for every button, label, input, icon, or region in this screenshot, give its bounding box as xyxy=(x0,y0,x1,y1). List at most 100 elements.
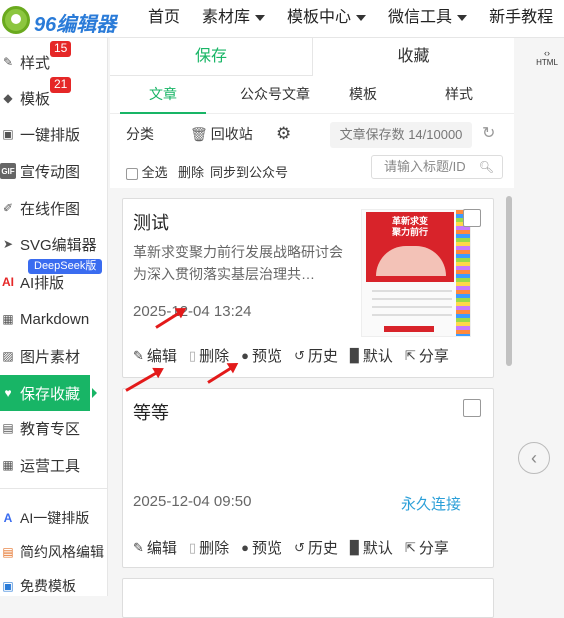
preview-button[interactable]: ● 预览 xyxy=(241,537,282,558)
subtab-articles[interactable]: 文章 xyxy=(120,78,206,114)
nav-materials[interactable]: 素材库 xyxy=(202,0,266,38)
article-card[interactable]: 等等 2025-12-04 09:50 永久连接 ✎ 编辑 ▯ 删除 ● 预览 ↺ 历史… xyxy=(122,388,494,568)
site-logo[interactable]: 96编辑器 xyxy=(0,4,120,36)
article-card[interactable] xyxy=(122,578,494,618)
default-button[interactable]: ▉ 默认 xyxy=(350,345,393,366)
sync-to-official-button[interactable]: 同步到公众号 xyxy=(210,162,288,181)
card-title: 测试 xyxy=(133,213,169,233)
card-checkbox[interactable] xyxy=(463,209,481,227)
top-navbar: 96编辑器 首页 素材库 模板中心 微信工具 新手教程 xyxy=(0,0,564,38)
sidebar-item-online-drawing[interactable]: ✐ 在线作图 xyxy=(0,190,108,226)
refresh-icon[interactable]: ↻ xyxy=(482,120,495,148)
layers-icon: ◆ xyxy=(3,91,13,105)
subtab-templates[interactable]: 模板 xyxy=(330,78,396,114)
heart-icon: ♥ xyxy=(4,386,12,400)
magnifier-icon: ● xyxy=(241,348,249,363)
sidebar-item-image-materials[interactable]: ▨ 图片素材 xyxy=(0,338,108,374)
html-code-icon[interactable]: ‹› HTML xyxy=(536,48,558,67)
sidebar-item-gif[interactable]: GIF 宣传动图 xyxy=(0,153,108,189)
template-icon: ▣ xyxy=(2,579,14,593)
chevron-down-icon xyxy=(255,14,266,21)
select-all-checkbox[interactable]: 全选 xyxy=(126,162,168,181)
tab-favorites[interactable]: 收藏 xyxy=(312,38,514,76)
article-card[interactable]: 测试 革新求变聚力前行发展战略研讨会为深入贯彻落实基层治理共… 2025-12-… xyxy=(122,198,494,378)
sidebar-item-education[interactable]: ▤ 教育专区 xyxy=(0,410,108,446)
book-icon: ▤ xyxy=(2,421,14,435)
gif-icon: GIF xyxy=(0,163,16,179)
logo-mark-icon xyxy=(2,6,30,34)
saved-count: 文章保存数 14/10000 xyxy=(330,122,472,148)
nav-home[interactable]: 首页 xyxy=(148,0,180,38)
list-scrollbar[interactable] xyxy=(506,196,512,366)
templates-count-badge: 21 xyxy=(50,77,72,93)
edit-button[interactable]: ✎ 编辑 xyxy=(133,537,177,558)
chevron-down-icon xyxy=(457,14,468,21)
history-button[interactable]: ↺ 历史 xyxy=(294,537,338,558)
styles-count-badge: 15 xyxy=(50,41,72,57)
sidebar-item-simple-editor[interactable]: ▤ 简约风格编辑 xyxy=(0,534,108,570)
article-list: 测试 革新求变聚力前行发展战略研讨会为深入贯彻落实基层治理共… 2025-12-… xyxy=(110,188,514,618)
bulk-delete-button[interactable]: 删除 xyxy=(178,162,204,181)
main-nav: 首页 素材库 模板中心 微信工具 新手教程 xyxy=(148,0,564,38)
default-button[interactable]: ▉ 默认 xyxy=(350,537,393,558)
trash-icon: 🗑 xyxy=(190,126,208,142)
card-date: 2025-12-04 13:24 xyxy=(133,303,252,320)
grid-icon: ▦ xyxy=(2,458,14,472)
permanent-link[interactable]: 永久连接 xyxy=(401,493,461,514)
recycle-bin-button[interactable]: 🗑 回收站 xyxy=(190,120,253,148)
delete-button[interactable]: ▯ 删除 xyxy=(189,537,229,558)
pencil-icon: ✐ xyxy=(2,201,14,215)
preview-button[interactable]: ● 预览 xyxy=(241,345,282,366)
edit-icon: ✎ xyxy=(133,539,144,555)
card-checkbox[interactable] xyxy=(463,399,481,417)
share-button[interactable]: ⇱ 分享 xyxy=(405,345,449,366)
tab-save[interactable]: 保存 xyxy=(110,38,312,76)
chevron-down-icon xyxy=(356,14,367,21)
panel-toolbar: 分类 🗑 回收站 ⚙ 文章保存数 14/10000 ↻ xyxy=(110,120,514,154)
active-indicator-arrow xyxy=(92,388,97,398)
share-icon: ⇱ xyxy=(404,347,416,363)
delete-button[interactable]: ▯ 删除 xyxy=(189,345,229,366)
ai-small-icon: A xyxy=(3,511,13,525)
search-input[interactable]: 请输入标题/ID 🔍︎ xyxy=(371,155,503,179)
chevron-left-icon[interactable]: ‹ xyxy=(518,442,550,474)
sidebar-item-one-click-layout[interactable]: ▣ 一键排版 xyxy=(0,116,108,152)
share-button[interactable]: ⇱ 分享 xyxy=(405,537,449,558)
document-icon: ▉ xyxy=(349,347,360,363)
nav-tutorial[interactable]: 新手教程 xyxy=(489,0,553,38)
doc-icon: ▤ xyxy=(2,545,14,559)
sidebar-item-markdown[interactable]: ▦ Markdown xyxy=(0,301,108,337)
nav-wechat-tools[interactable]: 微信工具 xyxy=(388,0,468,38)
card-date: 2025-12-04 09:50 xyxy=(133,493,252,510)
history-button[interactable]: ↺ 历史 xyxy=(294,345,338,366)
panel-tabs: 保存 收藏 xyxy=(110,38,514,76)
subtab-styles[interactable]: 样式 xyxy=(426,78,492,114)
settings-gear-icon[interactable]: ⚙ xyxy=(276,120,291,148)
sidebar-item-ai-one-click[interactable]: A AI一键排版 xyxy=(0,500,108,536)
sidebar-item-saved-favorites[interactable]: ♥ 保存收藏 xyxy=(0,375,90,411)
image-icon: ▨ xyxy=(2,349,14,363)
edit-button[interactable]: ✎ 编辑 xyxy=(133,345,177,366)
trash-icon: ▯ xyxy=(188,347,197,363)
card-actions: ✎ 编辑 ▯ 删除 ● 预览 ↺ 历史 ▉ 默认 ⇱ 分享 xyxy=(133,345,461,366)
thumb-color-palette xyxy=(456,210,470,336)
sidebar-divider xyxy=(0,488,107,489)
card-thumbnail[interactable]: 革新求变 聚力前行 xyxy=(361,209,471,337)
card-actions: ✎ 编辑 ▯ 删除 ● 预览 ↺ 历史 ▉ 默认 ⇱ 分享 xyxy=(133,537,461,558)
sidebar-item-svg-editor[interactable]: ➤ SVG编辑器 xyxy=(0,226,108,262)
sidebar-item-ai-layout[interactable]: AI AI排版 xyxy=(0,264,108,300)
sidebar-item-ops-tools[interactable]: ▦ 运营工具 xyxy=(0,447,108,483)
category-button[interactable]: 分类 xyxy=(126,120,154,148)
trash-icon: ▯ xyxy=(188,539,197,555)
svg-icon: ➤ xyxy=(2,237,14,251)
history-icon: ↺ xyxy=(293,347,305,363)
subtab-official-articles[interactable]: 公众号文章 xyxy=(220,78,330,114)
nav-templates[interactable]: 模板中心 xyxy=(287,0,367,38)
search-icon: 🔍︎ xyxy=(478,160,494,174)
thumb-heading: 革新求变 聚力前行 xyxy=(391,216,428,237)
checkbox-icon xyxy=(126,167,138,180)
sidebar-item-free-templates[interactable]: ▣ 免费模板 xyxy=(0,568,108,604)
magnifier-icon: ● xyxy=(241,540,249,555)
share-icon: ⇱ xyxy=(404,539,416,555)
ai-icon: AI xyxy=(2,275,14,289)
